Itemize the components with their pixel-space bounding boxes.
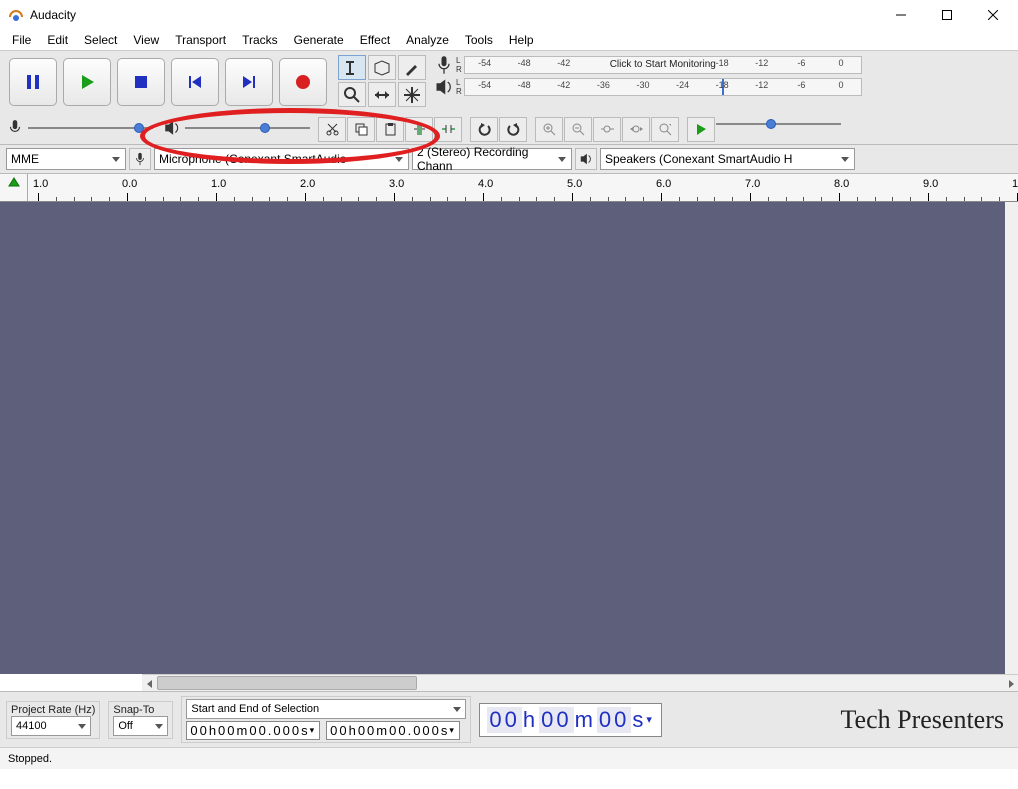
zoom-out-button[interactable] xyxy=(564,117,592,142)
play-at-speed-button[interactable] xyxy=(687,117,715,142)
audio-host-select[interactable]: MME xyxy=(6,148,126,170)
zoom-tool[interactable] xyxy=(338,82,366,107)
play-button[interactable] xyxy=(63,58,111,106)
playback-meter-scale[interactable]: -54-48-42-36-30-24-18-12-60 xyxy=(464,78,862,96)
snap-group: Snap-To Off xyxy=(108,701,173,739)
project-rate-group: Project Rate (Hz) 44100 xyxy=(6,701,100,739)
close-button[interactable] xyxy=(970,0,1016,30)
rec-device-icon xyxy=(129,148,151,170)
status-bar: Stopped. xyxy=(0,747,1018,769)
zoom-toggle-button[interactable] xyxy=(651,117,679,142)
project-rate-select[interactable]: 44100 xyxy=(11,716,91,736)
playback-meter[interactable]: LR -54-48-42-36-30-24-18-12-60 xyxy=(434,77,862,97)
stop-button[interactable] xyxy=(117,58,165,106)
envelope-tool[interactable] xyxy=(368,55,396,80)
toolbar-area: LR Click to Start Monitoring -54-48-42-3… xyxy=(0,50,1018,145)
window-title: Audacity xyxy=(30,8,878,22)
zoom-toolbar xyxy=(535,117,679,142)
play-device-icon xyxy=(575,148,597,170)
record-button[interactable] xyxy=(279,58,327,106)
play-volume-slider[interactable] xyxy=(185,121,310,135)
watermark-text: Tech Presenters xyxy=(840,705,1012,735)
pin-button[interactable] xyxy=(0,174,28,201)
menu-tools[interactable]: Tools xyxy=(457,31,501,49)
menu-tracks[interactable]: Tracks xyxy=(234,31,286,49)
menubar: File Edit Select View Transport Tracks G… xyxy=(0,30,1018,50)
audio-position-time[interactable]: 00h 00m 00s▾ xyxy=(479,703,662,737)
redo-button[interactable] xyxy=(499,117,527,142)
microphone-icon xyxy=(434,55,454,75)
undo-toolbar xyxy=(470,117,527,142)
selection-start-time[interactable]: 00h00m00.000s▾ xyxy=(186,721,320,740)
skip-end-button[interactable] xyxy=(225,58,273,106)
zoom-in-button[interactable] xyxy=(535,117,563,142)
menu-view[interactable]: View xyxy=(125,31,167,49)
horizontal-scrollbar[interactable] xyxy=(142,674,1018,691)
snap-select[interactable]: Off xyxy=(113,716,168,736)
skip-start-button[interactable] xyxy=(171,58,219,106)
titlebar: Audacity xyxy=(0,0,1018,30)
undo-button[interactable] xyxy=(470,117,498,142)
menu-help[interactable]: Help xyxy=(501,31,542,49)
playback-device-select[interactable]: Speakers (Conexant SmartAudio H xyxy=(600,148,855,170)
selection-type-select[interactable]: Start and End of Selection xyxy=(186,699,466,719)
paste-button[interactable] xyxy=(376,117,404,142)
rec-lr-label: LR xyxy=(456,56,462,74)
menu-transport[interactable]: Transport xyxy=(167,31,234,49)
silence-button[interactable] xyxy=(434,117,462,142)
menu-generate[interactable]: Generate xyxy=(286,31,352,49)
record-meter[interactable]: LR Click to Start Monitoring -54-48-42-3… xyxy=(434,55,862,75)
draw-tool[interactable] xyxy=(398,55,426,80)
hscroll-thumb[interactable] xyxy=(157,676,417,690)
maximize-button[interactable] xyxy=(924,0,970,30)
click-to-monitor[interactable]: Click to Start Monitoring xyxy=(610,59,716,70)
play-volume-icon xyxy=(163,119,181,137)
timeshift-tool[interactable] xyxy=(368,82,396,107)
fit-project-button[interactable] xyxy=(622,117,650,142)
menu-analyze[interactable]: Analyze xyxy=(398,31,457,49)
trim-button[interactable] xyxy=(405,117,433,142)
hscroll-right[interactable] xyxy=(1003,675,1018,692)
edit-toolbar xyxy=(318,117,462,142)
menu-select[interactable]: Select xyxy=(76,31,125,49)
device-toolbar: MME Microphone (Conexant SmartAudio 2 (S… xyxy=(0,145,1018,174)
minimize-button[interactable] xyxy=(878,0,924,30)
cut-button[interactable] xyxy=(318,117,346,142)
hscroll-left[interactable] xyxy=(142,675,157,692)
recording-device-select[interactable]: Microphone (Conexant SmartAudio xyxy=(154,148,409,170)
copy-button[interactable] xyxy=(347,117,375,142)
snap-label: Snap-To xyxy=(113,704,168,716)
selection-end-time[interactable]: 00h00m00.000s▾ xyxy=(326,721,460,740)
menu-edit[interactable]: Edit xyxy=(39,31,76,49)
transport-toolbar xyxy=(6,55,330,109)
fit-selection-button[interactable] xyxy=(593,117,621,142)
play-at-speed-toolbar xyxy=(687,117,841,142)
speaker-icon xyxy=(434,77,454,97)
selection-tool[interactable] xyxy=(338,55,366,80)
app-icon xyxy=(8,7,24,23)
play-speed-slider[interactable] xyxy=(716,117,841,131)
tools-toolbar xyxy=(338,55,426,107)
rec-volume-icon xyxy=(6,119,24,137)
menu-effect[interactable]: Effect xyxy=(352,31,398,49)
tracks-panel[interactable] xyxy=(0,202,1018,674)
status-text: Stopped. xyxy=(8,753,52,765)
selection-toolbar: Project Rate (Hz) 44100 Snap-To Off Star… xyxy=(0,691,1018,747)
timeline-ruler[interactable]: 1.00.01.02.03.04.05.06.07.08.09.010.0 xyxy=(0,174,1018,202)
project-rate-label: Project Rate (Hz) xyxy=(11,704,95,716)
multi-tool[interactable] xyxy=(398,82,426,107)
play-lr-label: LR xyxy=(456,78,462,96)
menu-file[interactable]: File xyxy=(4,31,39,49)
rec-volume-slider[interactable] xyxy=(28,121,153,135)
mixer-toolbar xyxy=(6,119,310,137)
selection-group: Start and End of Selection 00h00m00.000s… xyxy=(181,696,471,743)
recording-channels-select[interactable]: 2 (Stereo) Recording Chann xyxy=(412,148,572,170)
record-meter-scale[interactable]: Click to Start Monitoring -54-48-42-36-3… xyxy=(464,56,862,74)
pause-button[interactable] xyxy=(9,58,57,106)
